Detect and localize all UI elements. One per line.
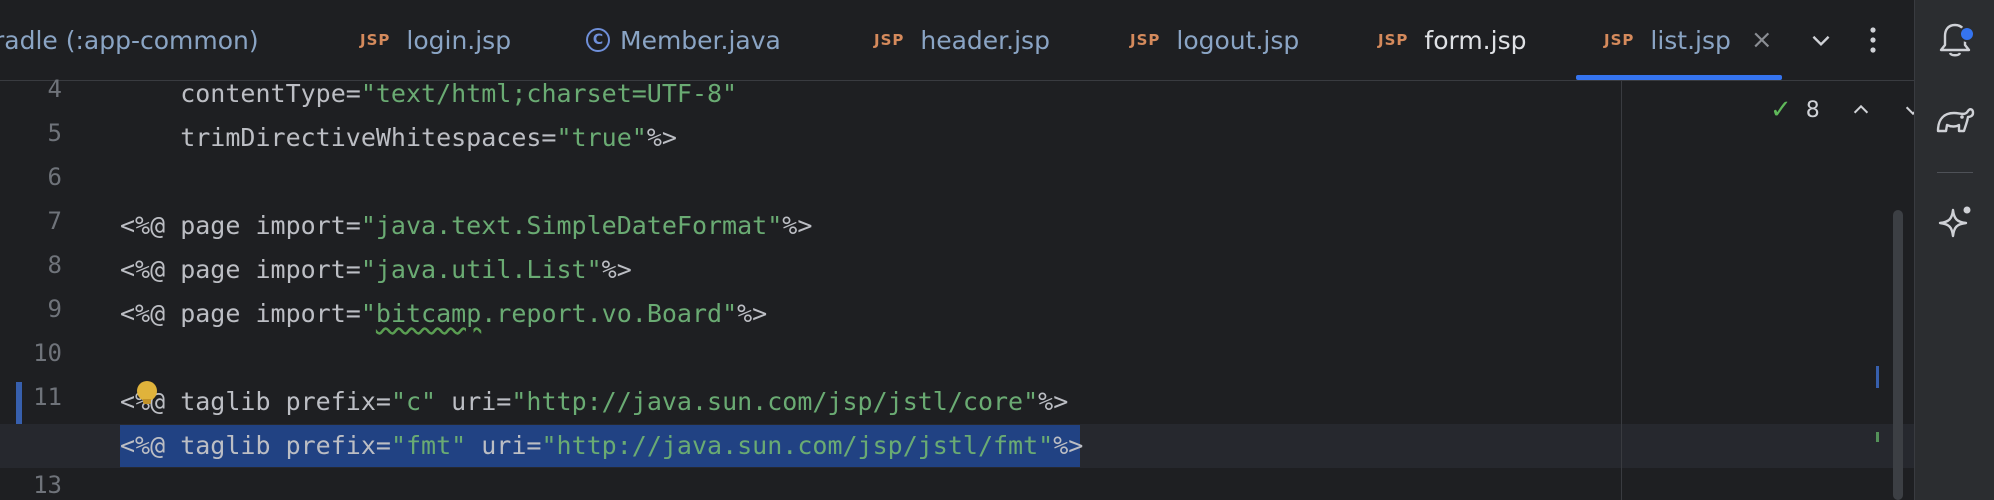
tab-form-jsp[interactable]: JSP form.jsp [1378, 0, 1526, 80]
string-token: .report.vo.Board" [481, 299, 738, 328]
code-token: uri= [466, 431, 542, 460]
editor-tab-bar: radle (:app-common) JSP login.jsp C Memb… [0, 0, 1914, 81]
tab-list-jsp[interactable]: JSP list.jsp × [1604, 0, 1773, 80]
line-number: 6 [47, 163, 62, 191]
tab-label: logout.jsp [1176, 25, 1300, 55]
code-token: %> [646, 123, 677, 152]
string-token: " [360, 299, 376, 328]
string-token: "java.text.SimpleDateFormat" [360, 211, 783, 240]
jsp-file-icon: JSP [1130, 31, 1161, 49]
scrollbar-change-mark[interactable] [1876, 432, 1879, 442]
jsp-file-icon: JSP [360, 31, 391, 49]
code-token: <%@ page import= [120, 299, 361, 328]
code-token: %> [1038, 387, 1069, 416]
chevron-down-icon [1812, 35, 1830, 47]
line-number: 8 [47, 251, 62, 279]
string-token: "http://java.sun.com/jsp/jstl/core" [511, 387, 1039, 416]
inspections-widget[interactable]: ✓ 8 [1770, 92, 1924, 128]
string-token: bitcamp [375, 299, 482, 328]
line-number: 10 [33, 339, 62, 367]
string-token: "fmt" [390, 431, 467, 460]
gradle-button[interactable] [1915, 90, 1994, 150]
code-token: trimDirectiveWhitespaces= [120, 123, 557, 152]
close-tab-icon[interactable]: × [1751, 25, 1773, 55]
inspections-count: 8 [1805, 97, 1820, 123]
code-line[interactable]: <%@ page import="bitcamp.report.vo.Board… [120, 292, 767, 336]
string-token: "http://java.sun.com/jsp/jstl/fmt" [541, 431, 1054, 460]
string-token: "true" [556, 123, 647, 152]
jsp-file-icon: JSP [874, 31, 905, 49]
tab-gradle-app-common[interactable]: radle (:app-common) [0, 0, 259, 80]
code-line[interactable]: contentType="text/html;charset=UTF-8" [120, 81, 737, 116]
code-line-selected[interactable]: <%@ taglib prefix="fmt" uri="http://java… [120, 424, 1083, 468]
active-tab-indicator [1576, 75, 1782, 80]
previous-highlight-icon[interactable] [1850, 99, 1872, 121]
tab-label: login.jsp [406, 25, 512, 55]
toolbar-separator [1937, 172, 1973, 173]
code-token: %> [782, 211, 813, 240]
code-line[interactable]: <%@ page import="java.util.List"%> [120, 248, 632, 292]
line-number: 5 [47, 119, 62, 147]
check-icon: ✓ [1770, 95, 1792, 125]
code-token: uri= [436, 387, 512, 416]
code-token: <%@ taglib prefix= [120, 431, 391, 460]
java-class-icon: C [586, 28, 610, 52]
scrollbar-change-mark[interactable] [1876, 366, 1879, 388]
notification-badge [1959, 26, 1975, 42]
code-editor[interactable]: contentType="text/html;charset=UTF-8" tr… [118, 81, 1914, 500]
line-number: 13 [33, 471, 62, 499]
tab-label: Member.java [620, 25, 781, 55]
vertical-scrollbar[interactable] [1893, 210, 1903, 500]
line-number: 9 [47, 295, 62, 323]
notifications-button[interactable] [1915, 10, 1994, 70]
tab-more-button[interactable] [1866, 0, 1880, 80]
code-line[interactable]: trimDirectiveWhitespaces="true"%> [120, 116, 677, 160]
right-tool-window-bar [1914, 0, 1994, 500]
ai-assistant-button[interactable] [1915, 192, 1994, 252]
tab-header-jsp[interactable]: JSP header.jsp [874, 0, 1050, 80]
gradle-elephant-icon [1936, 108, 1975, 133]
string-token: "java.util.List" [360, 255, 602, 284]
tab-label: form.jsp [1424, 25, 1527, 55]
code-line[interactable]: <%@ page import="java.text.SimpleDateFor… [120, 204, 812, 248]
code-token: <%@ page import= [120, 211, 361, 240]
code-token: %> [1053, 431, 1084, 460]
string-token: "c" [390, 387, 437, 416]
tab-member-java[interactable]: C Member.java [586, 0, 781, 80]
line-number: 4 [47, 75, 62, 103]
jsp-file-icon: JSP [1604, 31, 1635, 49]
code-token: <%@ page import= [120, 255, 361, 284]
tab-label: list.jsp [1650, 25, 1731, 55]
code-token: %> [601, 255, 632, 284]
intention-lightbulb-icon[interactable] [137, 381, 157, 404]
code-token: %> [737, 299, 768, 328]
tab-login-jsp[interactable]: JSP login.jsp [360, 0, 511, 80]
string-token: "text/html;charset=UTF-8" [360, 81, 738, 108]
more-vertical-icon [1870, 27, 1876, 53]
code-token: contentType= [120, 81, 361, 108]
jsp-file-icon: JSP [1378, 31, 1409, 49]
line-number: 11 [33, 383, 62, 411]
code-token: <%@ taglib prefix= [120, 387, 391, 416]
tab-list-dropdown-button[interactable] [1808, 0, 1834, 80]
line-number: 7 [47, 207, 62, 235]
code-line[interactable]: <%@ taglib prefix="c" uri="http://java.s… [120, 380, 1068, 424]
tab-logout-jsp[interactable]: JSP logout.jsp [1130, 0, 1299, 80]
tab-label: radle (:app-common) [0, 25, 259, 55]
tab-label: header.jsp [920, 25, 1050, 55]
ai-assistant-icon [1938, 206, 1971, 238]
